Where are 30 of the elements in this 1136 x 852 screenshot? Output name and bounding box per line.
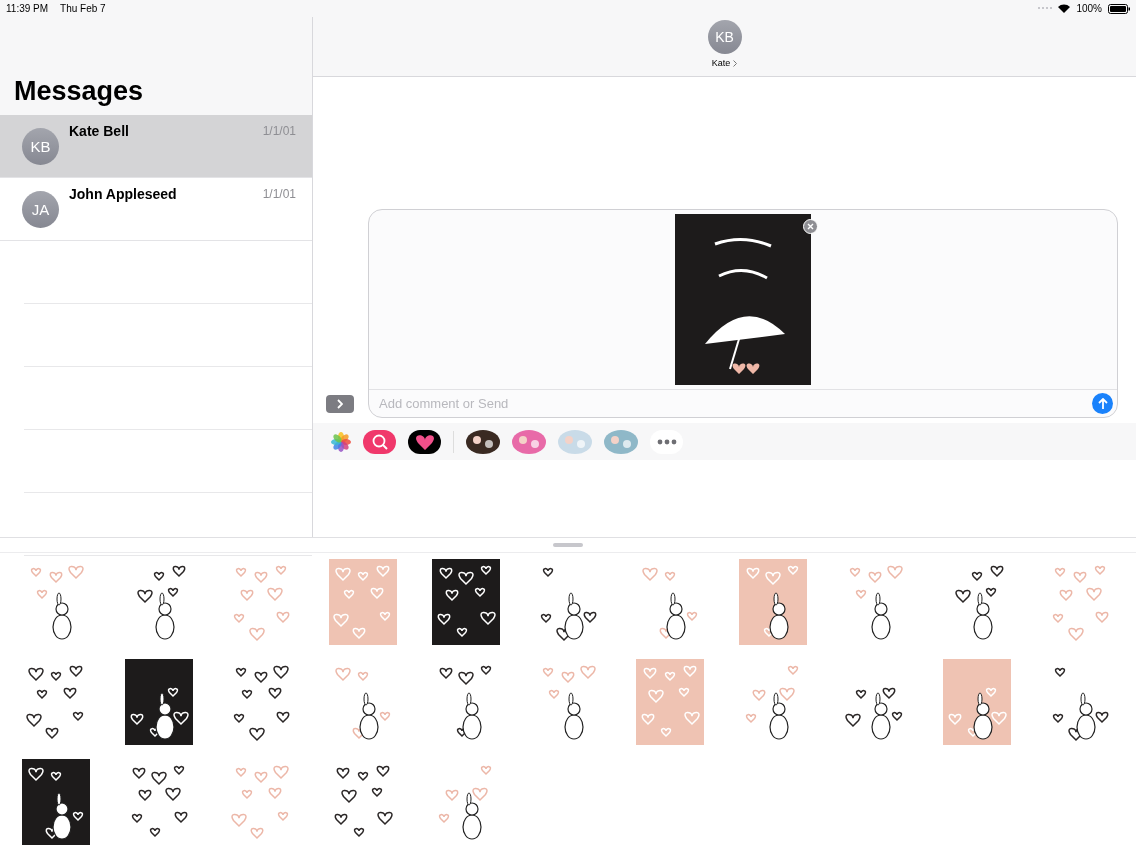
status-time: 11:39 PM [6,3,49,14]
ellipsis-icon [656,438,677,445]
message-date: 1/1/01 [262,123,296,138]
message-date: 1/1/01 [262,186,296,201]
battery-percentage: 100% [1076,3,1102,14]
contact-avatar: JA [22,191,59,228]
messages-title: Messages [14,76,144,107]
photos-app-icon[interactable] [331,431,351,452]
sticker-app-icon[interactable] [466,429,500,454]
heart-app-icon[interactable] [408,429,441,454]
conversation-item[interactable]: KB Kate Bell 1/1/01 [0,115,312,178]
contact-name: Kate Bell [69,123,129,139]
wifi-icon [1058,4,1071,13]
image-search-app-icon[interactable] [363,429,396,454]
drawer-handle[interactable] [553,543,583,547]
arrow-up-icon [1097,397,1108,410]
contact-name[interactable]: Kate [711,58,731,68]
close-icon[interactable] [803,219,818,234]
chevron-icon [733,59,738,67]
status-date: Thu Feb 7 [60,3,106,14]
compose-box[interactable]: Add comment or Send [368,209,1118,418]
comment-field[interactable]: Add comment or Send [379,396,1092,411]
send-button[interactable] [1092,393,1113,414]
more-apps-button[interactable] [650,429,683,454]
contact-avatar: KB [22,128,59,165]
chevron-icon [337,399,343,409]
cellular-signal-icon [1038,7,1053,10]
battery-icon [1108,3,1130,14]
expand-button[interactable] [326,395,354,413]
contact-name: John Appleseed [69,186,177,202]
